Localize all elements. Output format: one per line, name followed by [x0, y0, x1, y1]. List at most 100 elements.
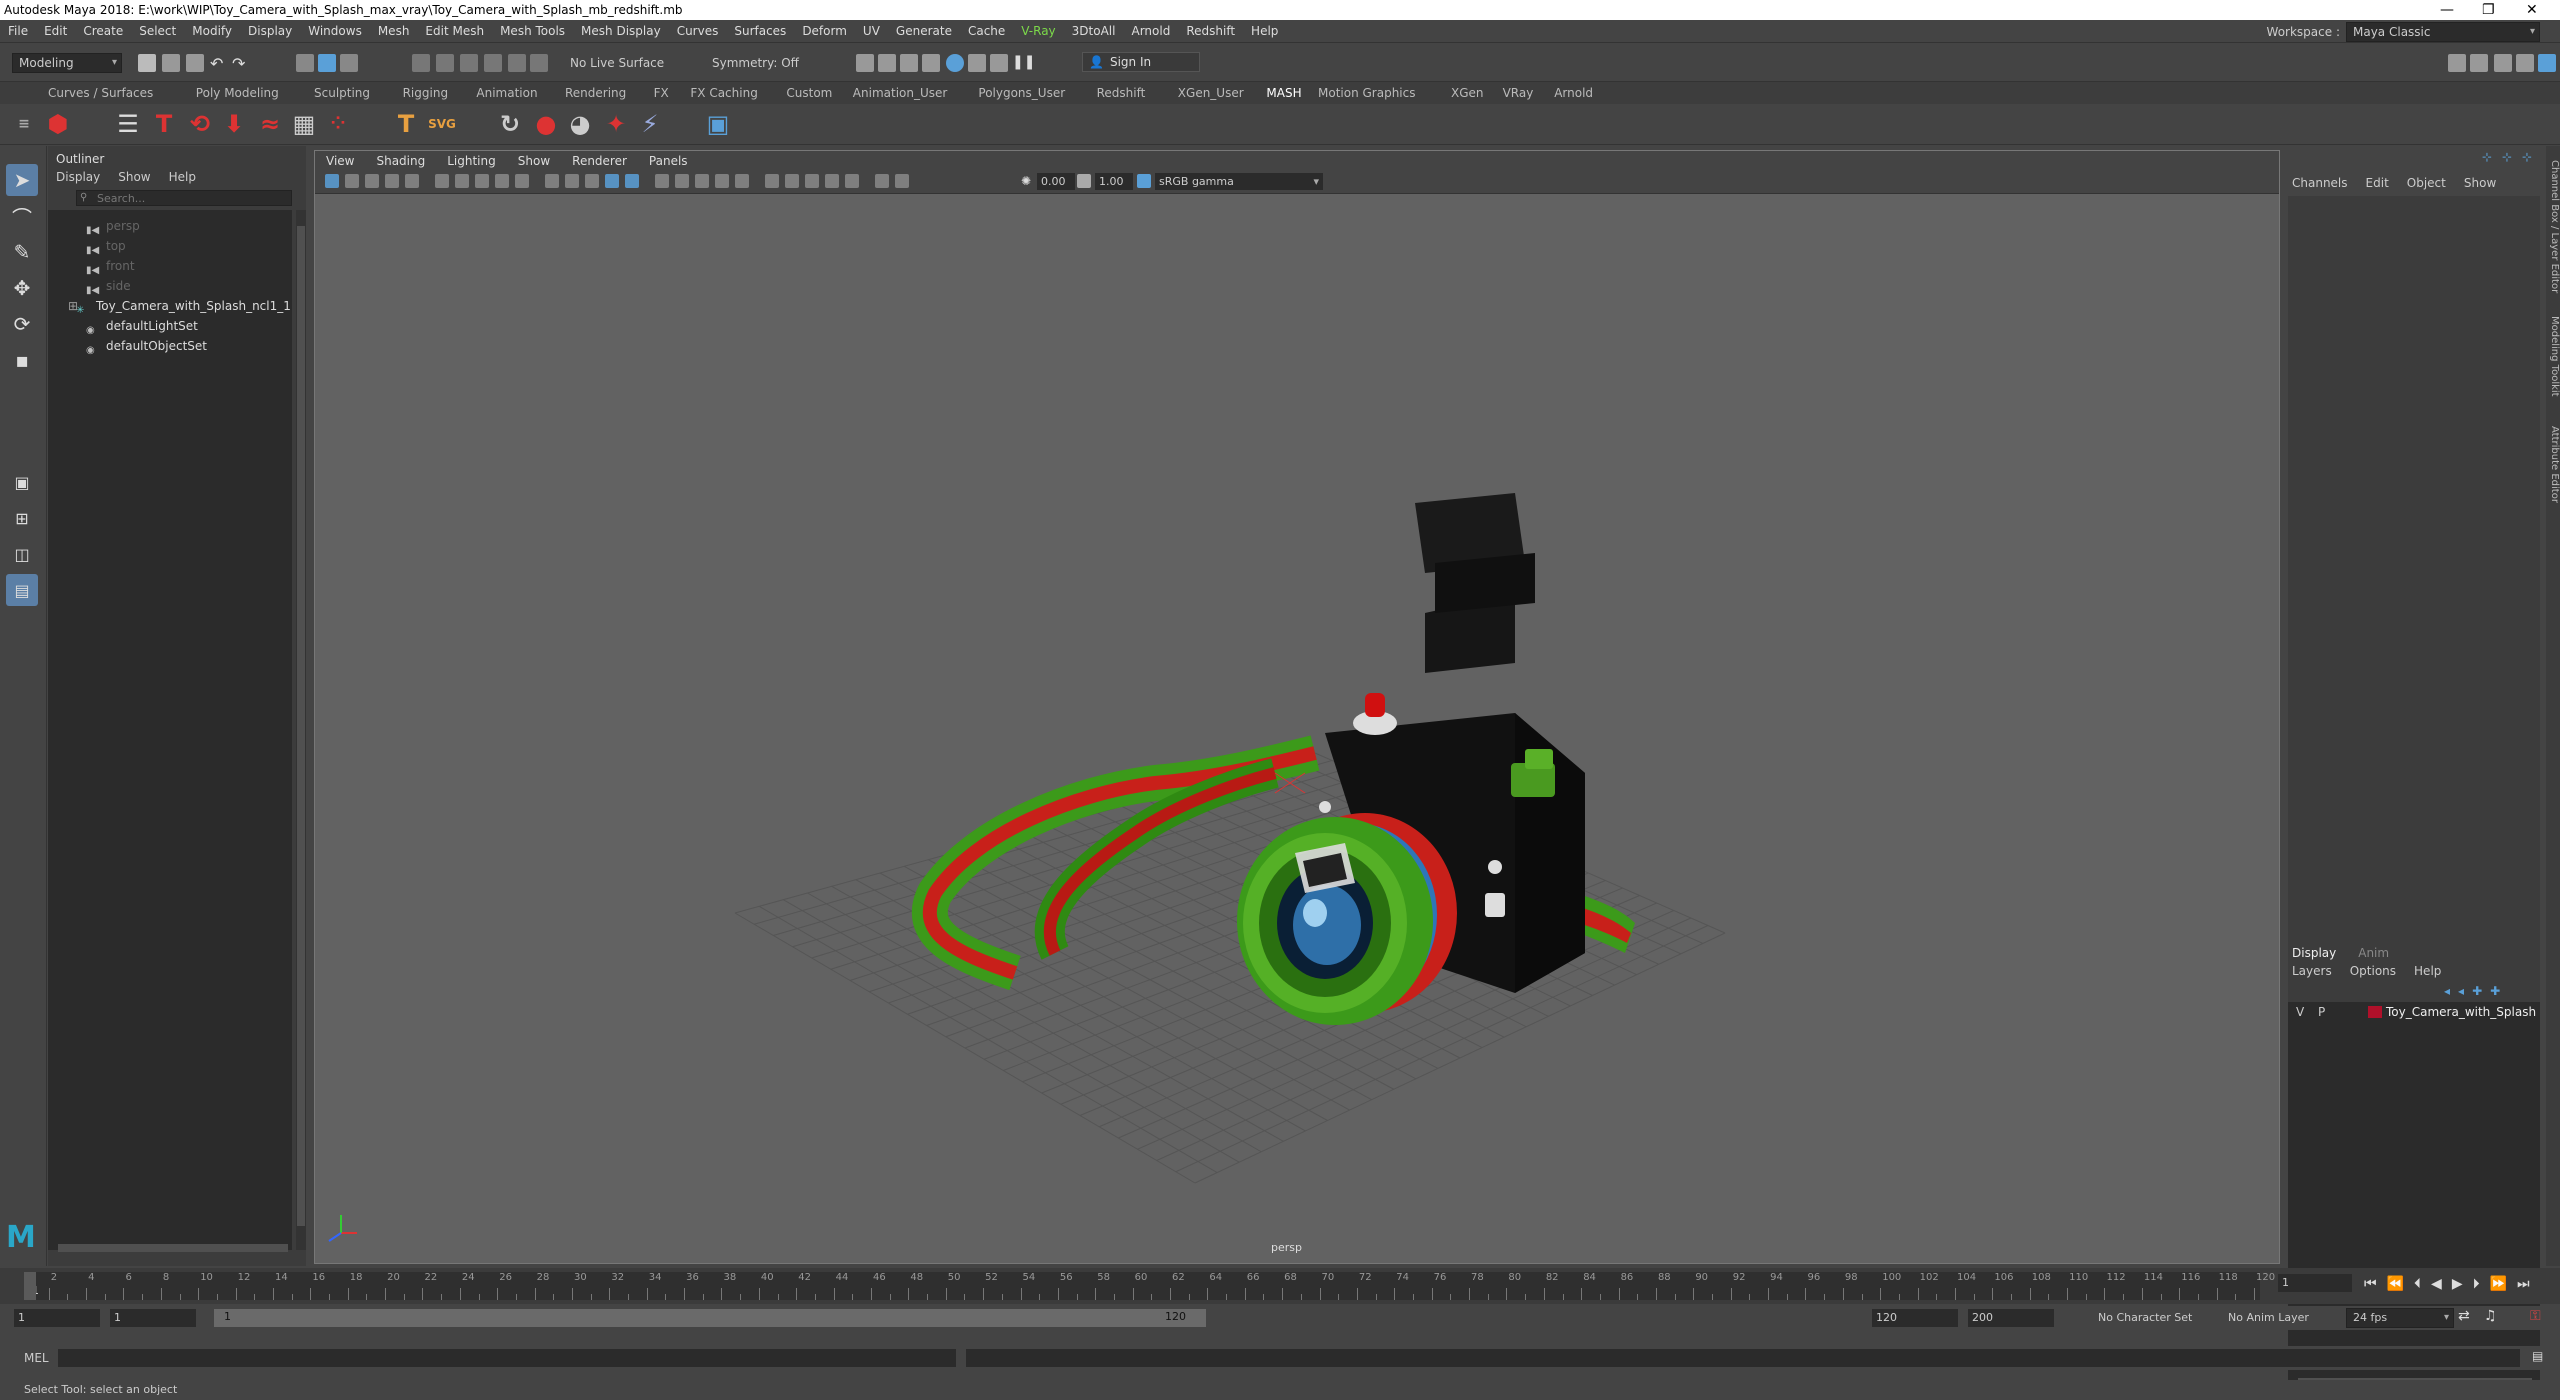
time-slider[interactable]: 1246810121416182022242628303234363840424… [0, 1268, 2560, 1304]
xray-icon[interactable] [845, 174, 859, 188]
open-scene-icon[interactable] [162, 54, 180, 72]
mash-export-icon[interactable]: ▣ [704, 110, 732, 138]
auto-key-icon[interactable]: ⚿ [2530, 1308, 2541, 1324]
camera-select-icon[interactable] [325, 174, 339, 188]
restore-icon[interactable]: ❐ [2482, 0, 2495, 20]
menu-help[interactable]: Help [1243, 20, 1286, 42]
shelf-tab-xgen[interactable]: XGen [1451, 86, 1484, 100]
new-scene-icon[interactable] [138, 54, 156, 72]
layer-playback-toggle[interactable]: P [2318, 1002, 2325, 1022]
shelf-tab-curves-surfaces[interactable]: Curves / Surfaces [48, 86, 153, 100]
color-management-icon[interactable] [1137, 174, 1151, 188]
outliner-item[interactable]: ▮◀ side [48, 276, 330, 296]
safe-action-icon[interactable] [565, 174, 579, 188]
layer-menu-options[interactable]: Options [2350, 964, 2396, 978]
viewport-menu-lighting[interactable]: Lighting [436, 151, 507, 171]
playback-end-field[interactable]: 120 [1872, 1309, 1958, 1327]
layer-tab-display[interactable]: Display [2292, 946, 2336, 960]
mash-drop-icon[interactable]: ⬇ [220, 110, 248, 138]
range-bar[interactable]: 1 120 [214, 1309, 1206, 1327]
default-material-icon[interactable] [655, 174, 669, 188]
image-plane-icon[interactable] [385, 174, 399, 188]
exposure-field[interactable]: 0.00 [1037, 173, 1075, 190]
outliner-item[interactable]: ▮◀ top [48, 236, 330, 256]
channel-menu-channels[interactable]: Channels [2292, 176, 2348, 190]
step-forward-frame-icon[interactable]: ⏵ [2473, 1276, 2480, 1292]
expand-icon[interactable]: ⊞ [68, 296, 78, 316]
viewport-panel[interactable]: View Shading Lighting Show Renderer Panels ✺ … [314, 150, 2280, 1264]
rotate-tool-icon[interactable]: ⟳ [6, 308, 38, 340]
outliner-search-input[interactable]: Search... [76, 190, 292, 206]
menu-select[interactable]: Select [131, 20, 184, 42]
two-view-icon[interactable]: ◫ [6, 538, 38, 570]
menu-deform[interactable]: Deform [794, 20, 855, 42]
shelf-tab-custom[interactable]: Custom [786, 86, 832, 100]
playback-start-field[interactable]: 1 [110, 1309, 196, 1327]
redo-icon[interactable]: ↷ [232, 54, 250, 73]
mash-sphere-icon[interactable]: ● [532, 110, 560, 138]
shelf-tab-sculpting[interactable]: Sculpting [314, 86, 370, 100]
shadows-icon[interactable] [715, 174, 729, 188]
outliner-item[interactable]: ▮◀ front [48, 256, 330, 276]
menu-modify[interactable]: Modify [184, 20, 240, 42]
move-tool-icon[interactable]: ✥ [6, 272, 38, 304]
pause-icon[interactable]: ❚❚ [1012, 54, 1035, 72]
side-tab-modeling-toolkit[interactable]: Modeling Toolkit [2546, 316, 2560, 397]
mash-network-icon[interactable]: ⬢ [44, 110, 72, 138]
shelf-tab-redshift[interactable]: Redshift [1097, 86, 1146, 100]
viewport-menu-shading[interactable]: Shading [365, 151, 436, 171]
smooth-shade-icon[interactable] [625, 174, 639, 188]
outliner-item[interactable]: ◉ defaultLightSet [48, 316, 330, 336]
menu-mesh[interactable]: Mesh [370, 20, 418, 42]
resolution-gate-icon[interactable] [495, 174, 509, 188]
mash-bullet-icon[interactable]: ◕ [566, 110, 594, 138]
mel-label[interactable]: MEL [24, 1351, 49, 1365]
render-sequence-icon[interactable] [878, 54, 896, 72]
textured-icon[interactable] [675, 174, 689, 188]
cb-icon-3[interactable]: ⊹ [2522, 150, 2536, 164]
render-view-icon[interactable] [968, 54, 986, 72]
3d-scene[interactable] [315, 193, 2279, 1263]
mash-curve-icon[interactable]: ⟲ [186, 110, 214, 138]
isolate-select-icon[interactable] [825, 174, 839, 188]
outliner-menu-display[interactable]: Display [56, 170, 100, 184]
mode-dropdown[interactable]: Modeling [12, 53, 122, 73]
outliner-item[interactable]: ◉ defaultObjectSet [48, 336, 330, 356]
render-settings-icon[interactable] [922, 54, 940, 72]
svg-tool-icon[interactable]: SVG [428, 110, 456, 138]
scale-tool-icon[interactable]: ▪ [6, 344, 38, 376]
command-input[interactable] [58, 1349, 956, 1367]
mash-flight-icon[interactable]: ≈ [256, 110, 284, 138]
snap-grid-icon[interactable] [412, 54, 430, 72]
start-time-field[interactable]: 1 [14, 1309, 100, 1327]
outliner-scroll-thumb[interactable] [297, 226, 305, 1226]
anim-layer-dropdown[interactable]: No Anim Layer [2228, 1311, 2309, 1324]
layer-visibility-toggle[interactable]: V [2296, 1002, 2304, 1022]
cb-icon-1[interactable]: ⊹ [2482, 150, 2496, 164]
layer-menu-layers[interactable]: Layers [2292, 964, 2332, 978]
side-tab-attribute-editor[interactable]: Attribute Editor [2546, 426, 2560, 503]
minimize-icon[interactable]: — [2440, 0, 2454, 20]
layer-editor-toggle-icon[interactable] [2538, 54, 2556, 72]
step-forward-key-icon[interactable]: ⏩ [2490, 1276, 2507, 1292]
shelf-tab-mash[interactable]: MASH [1266, 86, 1301, 100]
mash-points-icon[interactable]: ⁘ [324, 110, 352, 138]
menu-mesh-display[interactable]: Mesh Display [573, 20, 669, 42]
viewport-menu-show[interactable]: Show [507, 151, 561, 171]
attribute-editor-icon[interactable] [2470, 54, 2488, 72]
shelf-tab-rigging[interactable]: Rigging [403, 86, 448, 100]
close-icon[interactable]: ✕ [2526, 0, 2538, 20]
play-forward-icon[interactable]: ▶ [2452, 1276, 2463, 1292]
channel-menu-edit[interactable]: Edit [2366, 176, 2389, 190]
current-time-marker[interactable] [24, 1272, 36, 1300]
shelf-tab-fx[interactable]: FX [654, 86, 669, 100]
modeling-toolkit-icon[interactable] [2448, 54, 2466, 72]
lasso-tool-icon[interactable]: ⌒ [6, 200, 38, 232]
script-editor-icon[interactable]: ▤ [2532, 1349, 2543, 1363]
shelf-tab-rendering[interactable]: Rendering [565, 86, 626, 100]
step-back-frame-icon[interactable]: ⏴ [2414, 1276, 2421, 1292]
select-hierarchy-icon[interactable] [296, 54, 314, 72]
outliner-item[interactable]: ⊞ ✳ Toy_Camera_with_Splash_ncl1_1 [48, 296, 320, 316]
safe-title-icon[interactable] [585, 174, 599, 188]
go-to-start-icon[interactable]: ⏮ [2364, 1276, 2377, 1292]
